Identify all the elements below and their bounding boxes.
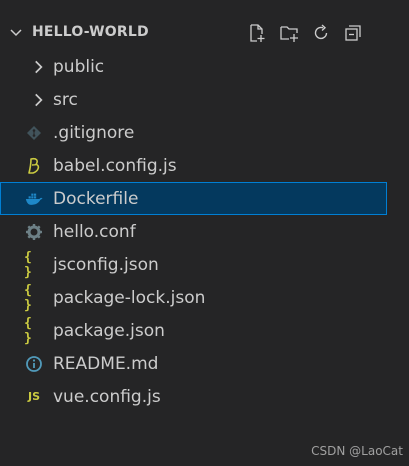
json-braces-icon: { } (24, 249, 32, 280)
folder-title: HELLO-WORLD (32, 24, 149, 40)
info-icon (24, 354, 44, 374)
tree-item-label: Dockerfile (53, 188, 139, 209)
refresh-icon[interactable] (308, 20, 334, 46)
chevron-down-icon[interactable] (8, 24, 24, 40)
tree-item-label: hello.conf (53, 221, 136, 242)
git-icon (24, 123, 44, 143)
explorer-panel: HELLO-WORLD public src .gitignore babel.… (0, 0, 387, 466)
tree-item-label: jsconfig.json (53, 254, 159, 275)
tree-item-label: package-lock.json (53, 287, 206, 308)
tree-item-package-lock[interactable]: { } package-lock.json (0, 281, 387, 314)
tree-item-readme[interactable]: README.md (0, 347, 387, 380)
collapse-all-icon[interactable] (340, 20, 366, 46)
tree-item-dockerfile[interactable]: Dockerfile (0, 182, 387, 215)
tree-item-label: .gitignore (53, 122, 135, 143)
chevron-right-icon (28, 57, 48, 77)
tree-item-label: babel.config.js (53, 155, 177, 176)
watermark: CSDN @LaoCat (311, 444, 403, 458)
new-file-icon[interactable] (244, 20, 270, 46)
tree-item-package-json[interactable]: { } package.json (0, 314, 387, 347)
file-tree: public src .gitignore babel.config.js Do… (0, 50, 387, 413)
tree-item-public[interactable]: public (0, 50, 387, 83)
js-icon: JS (27, 390, 40, 403)
tree-item-label: src (53, 89, 78, 110)
babel-icon (24, 156, 44, 176)
json-braces-icon: { } (24, 282, 32, 313)
tree-item-label: public (53, 56, 105, 77)
chevron-right-icon (28, 90, 48, 110)
docker-icon (24, 189, 44, 209)
tree-item-label: README.md (53, 353, 159, 374)
tree-item-label: package.json (53, 320, 165, 341)
explorer-folder-header[interactable]: HELLO-WORLD (0, 16, 387, 48)
tree-item-src[interactable]: src (0, 83, 387, 116)
scrollbar-track[interactable] (387, 0, 409, 466)
json-braces-icon: { } (24, 315, 32, 346)
gear-icon (24, 222, 44, 242)
tree-item-gitignore[interactable]: .gitignore (0, 116, 387, 149)
tree-item-hello-conf[interactable]: hello.conf (0, 215, 387, 248)
explorer-actions (244, 20, 366, 46)
new-folder-icon[interactable] (276, 20, 302, 46)
tree-item-jsconfig[interactable]: { } jsconfig.json (0, 248, 387, 281)
tree-item-label: vue.config.js (53, 386, 161, 407)
tree-item-babel-config[interactable]: babel.config.js (0, 149, 387, 182)
tree-item-vue-config[interactable]: JS vue.config.js (0, 380, 387, 413)
